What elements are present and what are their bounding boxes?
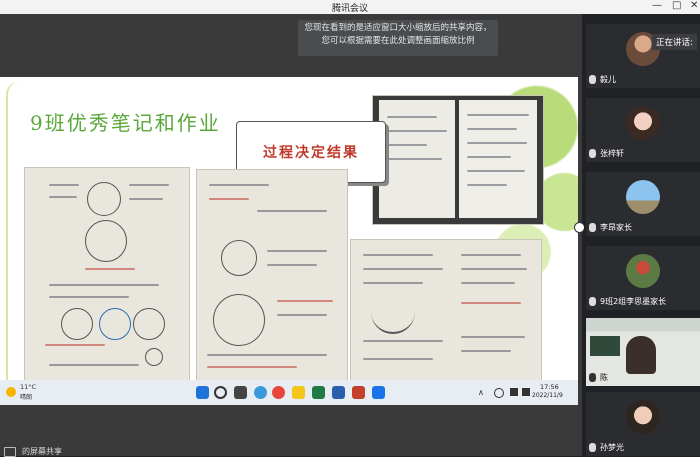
participants-sidebar: 毅儿 张梓轩 李昂家长 9班2组李思墨家长 陈 孙梦光 [584, 14, 700, 456]
clock-date: 2022/11/9 [532, 392, 563, 399]
participant-name: 陈 [600, 373, 608, 382]
participant-name: 9班2组李思墨家长 [600, 297, 667, 306]
participant-video-tile[interactable]: 陈 [586, 318, 700, 386]
powerpoint-icon[interactable] [352, 386, 365, 399]
battery-icon[interactable] [522, 388, 530, 396]
notebook-photo-2 [24, 167, 190, 381]
task-view-icon[interactable] [234, 386, 247, 399]
zoom-hint-toast: 您现在看到的是适应窗口大小缩放后的共享内容，您可以根据需要在此处调整画面缩放比例 [298, 20, 498, 56]
avatar [626, 180, 660, 214]
maximize-icon[interactable]: □ [672, 0, 681, 11]
excel-icon[interactable] [312, 386, 325, 399]
edge-icon[interactable] [254, 386, 267, 399]
weather-temp: 11°C [20, 383, 37, 391]
bubble-text: 过程决定结果 [263, 145, 359, 161]
avatar [626, 106, 660, 140]
close-icon[interactable]: ✕ [690, 0, 698, 11]
mic-muted-icon [589, 149, 596, 158]
participant-name: 毅儿 [600, 75, 616, 84]
notebook-photo-3 [196, 169, 348, 383]
start-icon[interactable] [196, 386, 209, 399]
participant-tile[interactable]: 张梓轩 [586, 98, 700, 162]
video-blackboard [590, 336, 620, 356]
weather-icon [6, 387, 16, 397]
slide-title: 9班优秀笔记和作业 [30, 111, 221, 135]
participant-tile[interactable]: 9班2组李思墨家长 [586, 246, 700, 310]
mic-muted-icon [589, 223, 596, 232]
clock-time: 17:56 [540, 383, 559, 391]
minimize-icon[interactable]: — [652, 0, 662, 11]
weather-desc: 晴朗 [20, 394, 33, 401]
mic-muted-icon [589, 297, 596, 306]
notebook-photo-4 [350, 239, 542, 381]
mic-muted-icon [589, 443, 596, 452]
search-icon[interactable] [214, 386, 227, 399]
wifi-icon[interactable] [494, 388, 504, 398]
video-person [626, 336, 656, 374]
participant-name: 张梓轩 [600, 149, 624, 158]
screen-share-label: 的屏幕共享 [22, 447, 62, 456]
tray-chevron-icon[interactable]: ∧ [478, 388, 484, 397]
participant-name: 孙梦光 [600, 443, 624, 452]
avatar [626, 400, 660, 434]
avatar [626, 254, 660, 288]
chrome-icon[interactable] [272, 386, 285, 399]
shared-slide: 9班优秀笔记和作业 过程决定结果 [0, 77, 578, 405]
participant-tile[interactable]: 孙梦光 [586, 392, 700, 456]
tencent-meeting-icon[interactable] [332, 386, 345, 399]
mic-icon [589, 373, 596, 382]
shared-taskbar: 11°C 晴朗 ∧ 17:56 2022/11/9 [0, 380, 578, 405]
app-icon[interactable] [372, 386, 385, 399]
window-title-bar: 腾讯会议 — □ ✕ [0, 0, 700, 14]
speaking-indicator: 正在讲话: [652, 34, 697, 50]
volume-icon[interactable] [510, 388, 518, 396]
participant-name: 李昂家长 [600, 223, 632, 232]
window-title: 腾讯会议 [331, 4, 368, 14]
participant-tile[interactable]: 李昂家长 [586, 172, 700, 236]
mic-muted-icon [589, 75, 596, 84]
notebook-photo-1 [372, 95, 544, 225]
explorer-icon[interactable] [292, 386, 305, 399]
